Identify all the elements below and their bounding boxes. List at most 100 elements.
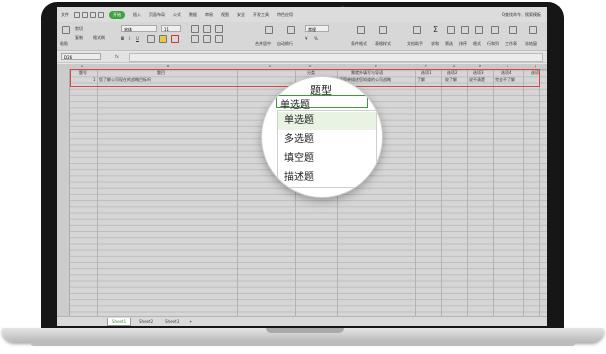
selected-cell-value[interactable]: 单选题 — [280, 96, 310, 111]
align-top-icon[interactable] — [191, 25, 199, 33]
cell-b2[interactable]: 您了解公司现在的战略目标吗 — [99, 77, 151, 83]
copy-button[interactable]: 复制 — [75, 35, 83, 41]
formula-input[interactable] — [129, 53, 543, 62]
filter-icon[interactable] — [447, 26, 455, 34]
cell-g2[interactable]: 较了解 — [445, 77, 457, 83]
sum-button[interactable]: 求和 — [431, 41, 439, 47]
sheet-tab-2[interactable]: Sheet2 — [135, 318, 157, 325]
align-right-icon[interactable] — [215, 35, 223, 43]
border-icon[interactable] — [147, 35, 155, 43]
menu-special[interactable]: 特色应用 — [277, 12, 293, 18]
cell-f2[interactable]: 了解 — [417, 77, 425, 83]
menu-bar: 文件 开始 插入 页面布局 公式 数据 审阅 视图 安全 开发工具 特色应用 Q… — [57, 7, 547, 22]
bold-icon[interactable]: B — [121, 36, 124, 41]
wrap-text-button[interactable]: 自动换行 — [277, 41, 293, 47]
font-color-icon[interactable] — [171, 35, 179, 43]
col-divider — [493, 69, 494, 316]
rows-cols-icon[interactable] — [491, 26, 499, 34]
dropdown-option-description[interactable]: 描述题 — [278, 169, 376, 187]
font-size-select[interactable]: 11 — [161, 25, 181, 32]
cell-h2[interactable]: 说不清楚 — [469, 77, 485, 83]
freeze-icon[interactable] — [529, 26, 537, 34]
paste-icon[interactable] — [62, 26, 70, 34]
format-button[interactable]: 格式 — [473, 41, 481, 47]
sheet-tab-1[interactable]: Sheet1 — [107, 318, 132, 326]
base-shadow — [30, 342, 576, 346]
conditional-format-button[interactable]: 条件格式 — [351, 41, 367, 47]
menu-view[interactable]: 视图 — [221, 12, 229, 18]
name-box[interactable]: D26 — [61, 53, 101, 60]
redo-icon[interactable] — [98, 11, 104, 18]
menu-insert[interactable]: 插入 — [133, 12, 141, 18]
dropdown-option-single-choice[interactable]: 单选题 — [278, 112, 376, 130]
conditional-format-icon[interactable] — [357, 26, 365, 34]
cell-g1[interactable]: 选项2 — [447, 70, 458, 76]
number-format-select[interactable]: 常规 — [305, 25, 329, 32]
worksheet-icon[interactable] — [509, 26, 517, 34]
table-style-button[interactable]: 表格样式 — [375, 41, 391, 47]
merge-icon[interactable] — [265, 26, 273, 34]
currency-icon[interactable]: ¥ — [305, 36, 308, 41]
col-divider — [97, 69, 98, 316]
doc-assistant-icon[interactable] — [413, 26, 421, 34]
menu-review[interactable]: 审阅 — [205, 12, 213, 18]
menu-formulas[interactable]: 公式 — [173, 12, 181, 18]
menu-security[interactable]: 安全 — [237, 12, 245, 18]
italic-icon[interactable]: I — [129, 36, 130, 41]
cell-a1[interactable]: 题号 — [79, 70, 87, 76]
cut-button[interactable]: 剪切 — [75, 26, 83, 32]
cell-j1[interactable]: 选项 — [531, 70, 539, 76]
align-middle-icon[interactable] — [203, 25, 211, 33]
menu-data[interactable]: 数据 — [189, 12, 197, 18]
freeze-panes-button[interactable]: 冻结窗 — [525, 41, 537, 47]
align-center-icon[interactable] — [203, 35, 211, 43]
menu-file[interactable]: 文件 — [61, 12, 69, 18]
underline-icon[interactable]: U — [136, 36, 139, 41]
worksheet-button[interactable]: 工作表 — [505, 41, 517, 47]
print-icon[interactable] — [82, 11, 88, 18]
cell-d1[interactable]: 分类 — [307, 70, 315, 76]
table-style-icon[interactable] — [379, 26, 387, 34]
dropdown-option-fill-blank[interactable]: 填空题 — [278, 150, 376, 168]
sheet-tab-3[interactable]: Sheet3 — [161, 318, 183, 325]
laptop-frame: 文件 开始 插入 页面布局 公式 数据 审阅 视图 安全 开发工具 特色应用 Q… — [0, 0, 606, 354]
format-icon[interactable] — [475, 26, 483, 34]
cell-f1[interactable]: 选项1 — [421, 70, 432, 76]
cell-e1[interactable]: 需就外填写与导语 — [351, 70, 383, 76]
filter-button[interactable]: 筛选 — [445, 41, 453, 47]
fill-color-icon[interactable] — [159, 35, 167, 43]
format-painter-button[interactable]: 格式刷 — [93, 35, 105, 41]
cell-i1[interactable]: 选项4 — [501, 70, 512, 76]
cell-i2[interactable]: 完全不了解 — [495, 77, 515, 83]
col-divider — [539, 69, 540, 316]
sheet-tab-bar: Sheet1 Sheet2 Sheet3 + — [57, 316, 547, 326]
align-left-icon[interactable] — [191, 35, 199, 43]
sort-button[interactable]: 排序 — [459, 41, 467, 47]
fx-icon[interactable]: fx — [115, 53, 119, 61]
align-bottom-icon[interactable] — [215, 25, 223, 33]
sum-icon[interactable]: Σ — [433, 25, 438, 34]
cell-a2[interactable]: 1 — [93, 77, 96, 82]
row-headers[interactable] — [57, 69, 70, 316]
cell-h1[interactable]: 选项3 — [473, 70, 484, 76]
laptop-base — [2, 328, 604, 342]
merge-center-button[interactable]: 合并居中 — [255, 41, 271, 47]
undo-icon[interactable] — [90, 11, 96, 18]
sort-icon[interactable] — [461, 26, 469, 34]
doc-assistant-button[interactable]: 文档助手 — [407, 41, 423, 47]
base-notch — [266, 328, 344, 333]
add-sheet-button[interactable]: + — [185, 318, 196, 325]
save-icon[interactable] — [74, 11, 80, 18]
dropdown-option-multiple-choice[interactable]: 多选题 — [278, 131, 376, 149]
cell-b1[interactable]: 题目 — [157, 70, 165, 76]
command-search[interactable]: Q查找命令、搜索模板 — [502, 12, 541, 18]
rows-cols-button[interactable]: 行和列 — [487, 41, 499, 47]
font-name-select[interactable]: 宋体 — [121, 25, 157, 32]
menu-page-layout[interactable]: 页面布局 — [149, 12, 165, 18]
percent-icon[interactable]: % — [314, 36, 318, 41]
paste-button[interactable]: 粘贴 — [60, 41, 68, 47]
menu-home[interactable]: 开始 — [109, 10, 125, 19]
wrap-icon[interactable] — [287, 26, 295, 34]
validation-dropdown[interactable]: 单选题 多选题 填空题 描述题 — [277, 110, 377, 188]
menu-developer[interactable]: 开发工具 — [253, 12, 269, 18]
